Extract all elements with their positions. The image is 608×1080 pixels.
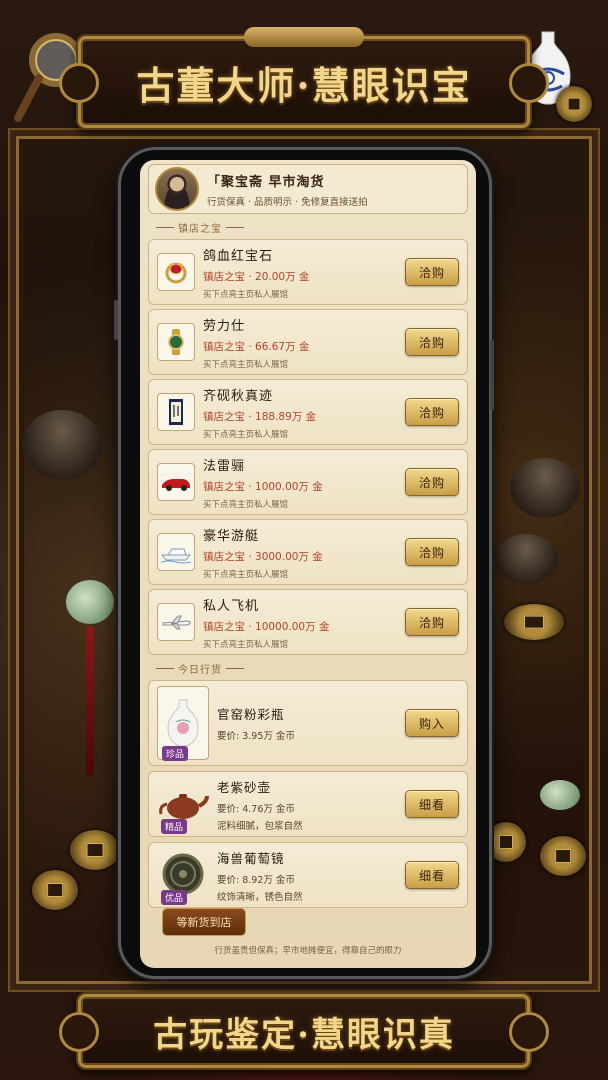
rarity-badge: 珍品 xyxy=(162,746,189,761)
goods-desc: 纹饰清晰，锈色自然 xyxy=(217,891,303,903)
treasure-name: 劳力仕 xyxy=(203,318,246,334)
banner-ornament xyxy=(509,1012,549,1052)
bowl-decoration xyxy=(494,534,558,584)
banner-ornament xyxy=(509,63,549,103)
watch-icon xyxy=(157,323,195,361)
treasure-name: 鸽血红宝石 xyxy=(203,248,274,264)
goods-name: 老紫砂壶 xyxy=(217,779,272,795)
treasure-note: 买下点亮主页私人展馆 xyxy=(203,499,289,510)
title-banner-top: 古董大师·慧眼识宝 xyxy=(59,27,549,128)
coin-decoration xyxy=(70,830,120,870)
avatar[interactable] xyxy=(155,167,199,211)
coin-decoration xyxy=(556,86,592,122)
title-banner-bottom: 古玩鉴定·慧眼识真 xyxy=(59,994,549,1068)
goods-row: 珍品 官窑粉彩瓶 要价: 3.95万 金币 购入 xyxy=(148,680,468,766)
bowl-decoration xyxy=(22,410,102,480)
negotiate-button[interactable]: 洽购 xyxy=(405,538,459,566)
phone-side-button xyxy=(114,300,118,340)
negotiate-button[interactable]: 洽购 xyxy=(405,468,459,496)
rarity-badge: 精品 xyxy=(161,819,188,834)
coin-decoration xyxy=(32,870,78,910)
coin-decoration xyxy=(540,836,586,876)
bronze-mirror-icon: 优品 xyxy=(157,847,209,905)
shop-header: 「聚宝斋 早市淘货 行货保真 · 品质明示 · 免修复直接送拍 xyxy=(148,164,468,214)
tassel-decoration xyxy=(86,626,94,776)
teapot-icon: 精品 xyxy=(157,776,209,834)
negotiate-button[interactable]: 洽购 xyxy=(405,398,459,426)
app-title: 古董大师·慧眼识宝 xyxy=(136,62,472,108)
treasure-note: 买下点亮主页私人展馆 xyxy=(203,359,289,370)
private-jet-icon xyxy=(157,603,195,641)
bottom-slogan: 古玩鉴定·慧眼识真 xyxy=(153,1014,455,1055)
section-label-treasures: 镇店之宝 xyxy=(152,220,468,235)
treasure-note: 买下点亮主页私人展馆 xyxy=(203,569,289,580)
inspect-button[interactable]: 细看 xyxy=(405,790,459,818)
refresh-stock-button[interactable]: 等新货到店 xyxy=(162,908,246,936)
jade-pendant-decoration xyxy=(66,580,114,624)
coin-decoration xyxy=(504,604,564,640)
ruby-ring-icon xyxy=(157,253,195,291)
goods-name: 官窑粉彩瓶 xyxy=(217,707,285,722)
goods-price: 要价: 8.92万 金币 xyxy=(217,874,295,886)
goods-price: 要价: 3.95万 金币 xyxy=(217,731,295,742)
treasure-price: 镇店之宝 · 10000.00万 金 xyxy=(203,620,330,633)
goods-desc: 泥料细腻，包浆自然 xyxy=(217,820,303,832)
section-label-today: 今日行货 xyxy=(152,661,468,676)
treasure-note: 买下点亮主页私人展馆 xyxy=(203,289,289,300)
goods-name: 海兽葡萄镜 xyxy=(217,850,285,866)
banner-crest xyxy=(244,27,364,47)
treasure-note: 买下点亮主页私人展馆 xyxy=(203,639,289,650)
goods-row: 优品 海兽葡萄镜 要价: 8.92万 金币 纹饰清晰，锈色自然 细看 xyxy=(148,842,468,908)
goods-row: 精品 老紫砂壶 要价: 4.76万 金币 泥料细腻，包浆自然 细看 xyxy=(148,771,468,837)
treasure-note: 买下点亮主页私人展馆 xyxy=(203,429,289,440)
treasure-row: 私人飞机 镇店之宝 · 10000.00万 金 买下点亮主页私人展馆 洽购 xyxy=(148,589,468,655)
treasure-name: 豪华游艇 xyxy=(203,528,260,544)
banner-ornament xyxy=(59,1012,99,1052)
inspect-button[interactable]: 细看 xyxy=(405,861,459,889)
shop-tagline: 行货保真 · 品质明示 · 免修复直接送拍 xyxy=(207,196,368,208)
phone-screen: 「聚宝斋 早市淘货 行货保真 · 品质明示 · 免修复直接送拍 镇店之宝 鸽血红… xyxy=(140,160,476,968)
treasure-row: 鸽血红宝石 镇店之宝 · 20.00万 金 买下点亮主页私人展馆 洽购 xyxy=(148,239,468,305)
treasure-row: 齐砚秋真迹 镇店之宝 · 188.89万 金 买下点亮主页私人展馆 洽购 xyxy=(148,379,468,445)
porcelain-vase-icon: 珍品 xyxy=(157,686,209,761)
treasure-price: 镇店之宝 · 3000.00万 金 xyxy=(203,550,323,563)
negotiate-button[interactable]: 洽购 xyxy=(405,328,459,356)
scroll-painting-icon xyxy=(157,393,195,431)
footer-note: 行货虽贵但保真；早市地摊便宜，得靠自己的眼力 xyxy=(214,946,402,956)
treasure-name: 私人飞机 xyxy=(203,598,260,614)
phone-side-button xyxy=(490,340,494,410)
treasure-row: 劳力仕 镇店之宝 · 66.67万 金 买下点亮主页私人展馆 洽购 xyxy=(148,309,468,375)
goods-price: 要价: 4.76万 金币 xyxy=(217,803,295,815)
negotiate-button[interactable]: 洽购 xyxy=(405,258,459,286)
treasure-name: 法雷骊 xyxy=(203,458,246,474)
treasure-price: 镇店之宝 · 1000.00万 金 xyxy=(203,480,323,493)
treasure-price: 镇店之宝 · 188.89万 金 xyxy=(203,410,317,423)
treasure-price: 镇店之宝 · 20.00万 金 xyxy=(203,270,310,283)
treasure-name: 齐砚秋真迹 xyxy=(203,388,274,404)
yacht-icon xyxy=(157,533,195,571)
banner-ornament xyxy=(59,63,99,103)
bowl-decoration xyxy=(510,458,580,518)
sports-car-icon xyxy=(157,463,195,501)
buy-button[interactable]: 购入 xyxy=(405,709,459,737)
shop-name: 「聚宝斋 早市淘货 xyxy=(207,174,325,190)
treasure-price: 镇店之宝 · 66.67万 金 xyxy=(203,340,310,353)
rarity-badge: 优品 xyxy=(161,890,188,905)
coin-decoration xyxy=(486,822,526,862)
treasure-row: 法雷骊 镇店之宝 · 1000.00万 金 买下点亮主页私人展馆 洽购 xyxy=(148,449,468,515)
treasure-row: 豪华游艇 镇店之宝 · 3000.00万 金 买下点亮主页私人展馆 洽购 xyxy=(148,519,468,585)
jade-piece-decoration xyxy=(540,780,580,810)
negotiate-button[interactable]: 洽购 xyxy=(405,608,459,636)
